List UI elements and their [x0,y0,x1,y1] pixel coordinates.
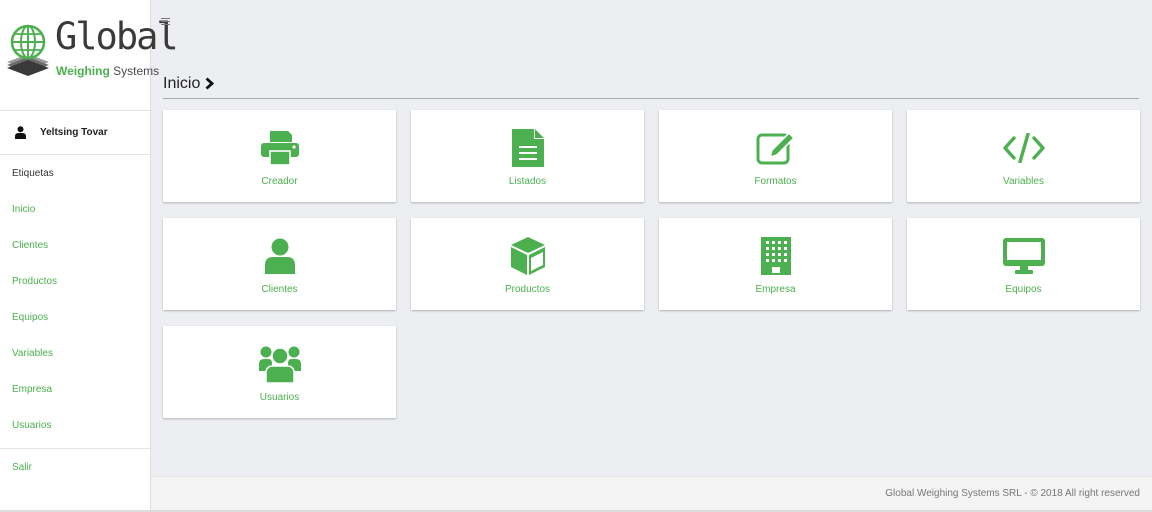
card-label: Clientes [261,284,298,295]
card-empresa[interactable]: Empresa [659,218,892,310]
breadcrumb: Inicio [163,74,1139,99]
chevron-right-icon [205,77,215,90]
card-formatos[interactable]: Formatos [659,110,892,202]
user-icon [264,238,295,274]
sidebar-item-clientes[interactable]: Clientes [0,227,150,263]
printer-icon [260,131,299,165]
building-icon [760,237,791,275]
sidebar-item-inicio[interactable]: Inicio [0,191,150,227]
card-label: Usuarios [259,392,300,403]
user-name: Yeltsing Tovar [40,127,108,138]
module-grid: Creador Listados Formatos Variables Clie… [163,110,1140,418]
card-label: Variables [1003,176,1044,187]
desktop-icon [1002,238,1045,274]
hamburger-menu-icon[interactable] [161,18,170,25]
sidebar-item-usuarios[interactable]: Usuarios [0,407,150,443]
card-label: Empresa [755,284,796,295]
sidebar-item-salir[interactable]: Salir [0,449,150,485]
card-label: Formatos [754,176,797,187]
card-variables[interactable]: Variables [907,110,1140,202]
users-icon [258,346,301,383]
brand-tagline-bold: Weighing [56,64,110,78]
user-icon [15,126,26,139]
cube-icon [510,237,545,275]
card-usuarios[interactable]: Usuarios [163,326,396,418]
footer: Global Weighing Systems SRL - © 2018 All… [151,476,1152,510]
user-profile[interactable]: Yeltsing Tovar [0,111,150,155]
sidebar-nav: Etiquetas Inicio Clientes Productos Equi… [0,155,150,443]
card-clientes[interactable]: Clientes [163,218,396,310]
sidebar: Global Weighing Systems Yeltsing Tovar E… [0,0,179,512]
code-icon [1002,133,1045,163]
brand-logo[interactable]: Global Weighing Systems [0,0,179,111]
card-listados[interactable]: Listados [411,110,644,202]
footer-copyright: Global Weighing Systems SRL - © 2018 All… [885,488,1140,499]
document-icon [511,129,544,167]
card-equipos[interactable]: Equipos [907,218,1140,310]
edit-icon [756,131,795,165]
sidebar-item-empresa[interactable]: Empresa [0,371,150,407]
sidebar-item-equipos[interactable]: Equipos [0,299,150,335]
card-label: Creador [261,176,298,187]
sidebar-item-variables[interactable]: Variables [0,335,150,371]
globe-scale-logo-icon [7,24,49,76]
main-content: Inicio Creador Listados Formatos Variabl… [151,0,1152,512]
sidebar-item-productos[interactable]: Productos [0,263,150,299]
brand-tagline: Weighing Systems [56,65,159,77]
sidebar-item-etiquetas[interactable]: Etiquetas [0,155,150,191]
card-label: Equipos [1005,284,1042,295]
page-title: Inicio [163,75,201,92]
card-label: Productos [504,284,551,295]
card-productos[interactable]: Productos [411,218,644,310]
card-label: Listados [508,176,547,187]
card-creador[interactable]: Creador [163,110,396,202]
